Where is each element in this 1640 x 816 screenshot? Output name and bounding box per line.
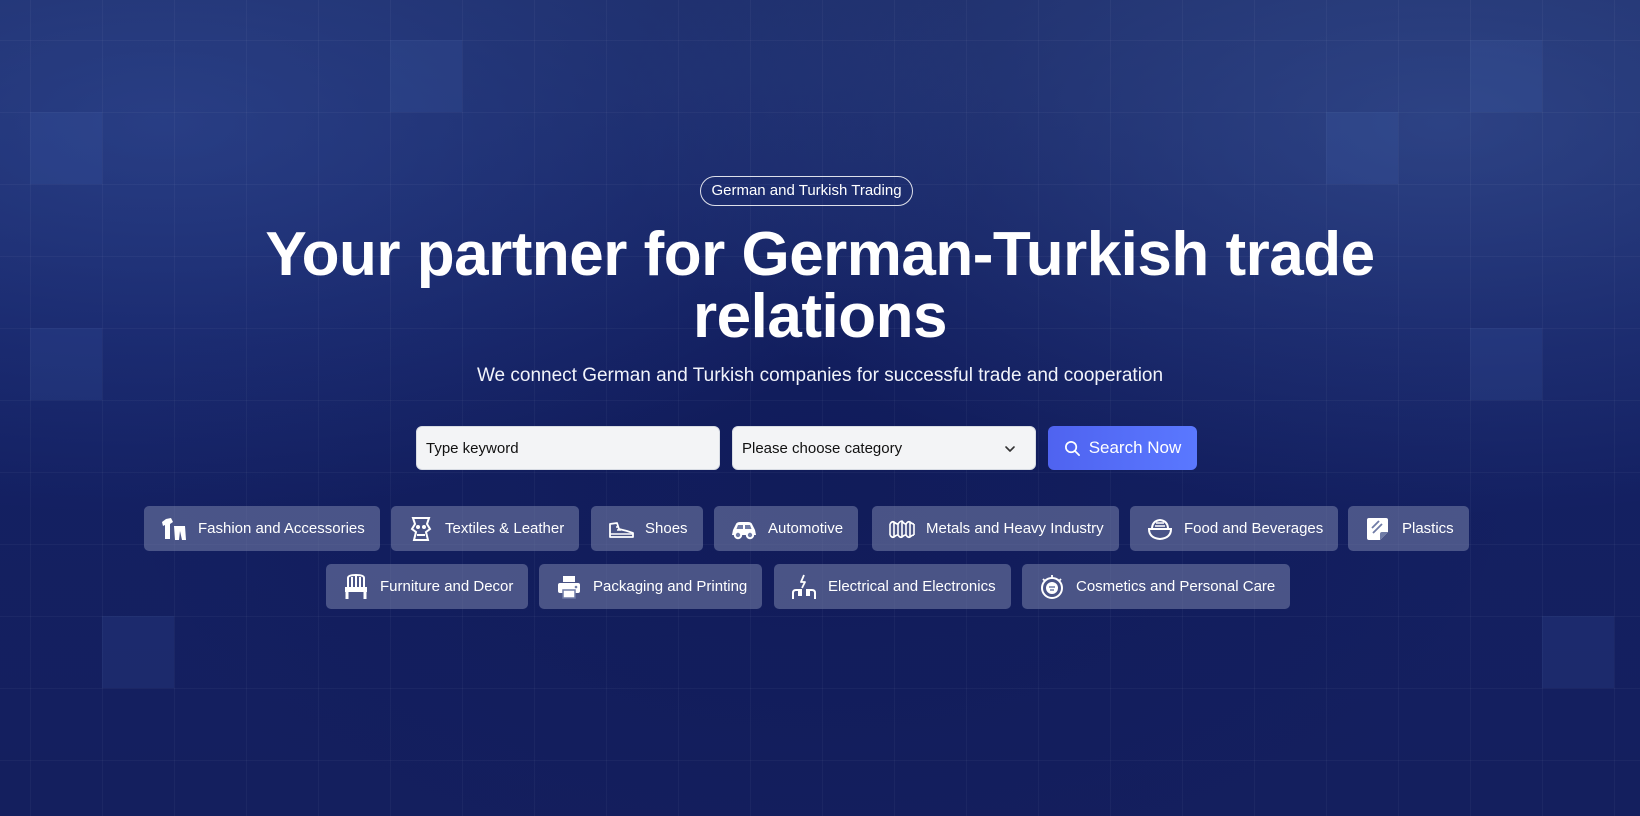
chair-icon [342,573,370,601]
category-chip-label: Automotive [768,520,844,537]
title-line-1: Your partner for German-Turkish trade [265,220,1375,289]
search-button[interactable]: Search Now [1048,426,1197,470]
category-chip-textiles[interactable]: Textiles & Leather [391,506,580,551]
category-select-value: Please choose category [742,439,903,457]
page-title: Your partner for German-Turkish trade re… [160,224,1480,348]
category-chip-cosmetics[interactable]: Cosmetics and Personal Care [1022,564,1291,609]
chevron-down-icon [1005,446,1015,452]
search-icon [1064,440,1080,456]
metal-coil-icon [888,515,916,543]
category-chip-label: Textiles & Leather [445,520,565,537]
category-select[interactable]: Please choose category [732,426,1036,470]
bowl-icon [1146,515,1174,543]
category-chip-label: Furniture and Decor [380,578,514,595]
category-chip-plastics[interactable]: Plastics [1348,506,1469,551]
hero-badge: German and Turkish Trading [700,176,913,206]
cosmetics-icon [1038,573,1066,601]
title-line-2: relations [693,282,947,351]
category-chip-label: Plastics [1402,520,1454,537]
category-chip-furniture[interactable]: Furniture and Decor [326,564,529,609]
clothing-icon [160,515,188,543]
category-chip-label: Shoes [645,520,688,537]
car-icon [730,515,758,543]
category-chip-label: Food and Beverages [1184,520,1324,537]
category-chip-packaging[interactable]: Packaging and Printing [539,564,763,609]
category-chip-electrical[interactable]: Electrical and Electronics [774,564,1011,609]
keyword-input[interactable] [416,426,720,470]
category-chip-automotive[interactable]: Automotive [714,506,859,551]
category-chip-shoes[interactable]: Shoes [591,506,703,551]
category-chip-metals[interactable]: Metals and Heavy Industry [872,506,1119,551]
category-chip-label: Fashion and Accessories [198,520,365,537]
electric-plug-icon [790,573,818,601]
hero-subtitle: We connect German and Turkish companies … [476,365,1164,386]
category-chip-label: Electrical and Electronics [828,578,996,595]
printer-icon [555,573,583,601]
category-chip-fashion[interactable]: Fashion and Accessories [144,506,380,551]
category-chip-label: Cosmetics and Personal Care [1076,578,1276,595]
plastic-sheet-icon [1364,515,1392,543]
category-chip-label: Packaging and Printing [593,578,748,595]
search-button-label: Search Now [1088,438,1182,457]
category-chip-label: Metals and Heavy Industry [926,520,1104,537]
sneaker-icon [607,515,635,543]
hero-section: German and Turkish Trading Your partner … [0,0,1640,816]
category-chip-food[interactable]: Food and Beverages [1130,506,1339,551]
textile-icon [407,515,435,543]
